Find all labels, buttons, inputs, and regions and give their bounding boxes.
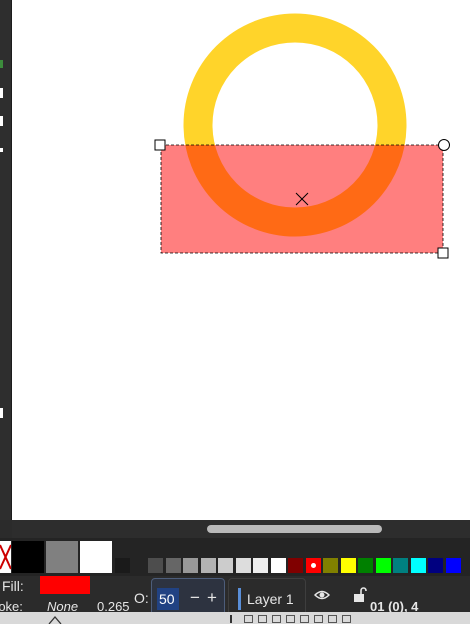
tray-icon[interactable]	[328, 615, 337, 623]
palette-swatch[interactable]	[183, 558, 198, 573]
palette-swatch[interactable]	[323, 558, 338, 573]
swatch-dark[interactable]	[115, 558, 130, 573]
swatch-black[interactable]	[12, 541, 44, 573]
layer-color-bar	[238, 588, 241, 610]
tray-icon[interactable]	[272, 615, 281, 623]
tray-icon[interactable]	[244, 615, 253, 623]
selected-fill-marker	[310, 563, 316, 568]
palette-swatch[interactable]	[270, 558, 286, 573]
unlock-icon[interactable]	[353, 587, 367, 603]
palette-swatch[interactable]	[393, 558, 408, 573]
tray-icon[interactable]	[286, 615, 295, 623]
layer-name: Layer 1	[247, 591, 294, 607]
tray-icon[interactable]	[314, 615, 323, 623]
palette-swatch[interactable]	[218, 558, 233, 573]
swatch-gray[interactable]	[46, 541, 78, 573]
palette-swatch[interactable]	[288, 558, 303, 573]
palette-swatch[interactable]	[305, 558, 321, 573]
palette-swatch[interactable]	[165, 558, 181, 573]
opacity-label: O:	[134, 590, 149, 606]
taskbar	[0, 612, 470, 624]
scale-handle-bottom-right[interactable]	[437, 247, 449, 259]
palette-swatch[interactable]	[358, 558, 373, 573]
tray-icon[interactable]	[300, 615, 309, 623]
palette-swatch[interactable]	[445, 558, 461, 573]
fill-indicator[interactable]	[40, 576, 90, 594]
palette-swatch[interactable]	[235, 558, 251, 573]
fill-label: Fill:	[2, 578, 24, 594]
canvas-drawing[interactable]	[12, 0, 470, 520]
swatch-white[interactable]	[80, 541, 112, 573]
separator	[230, 615, 232, 623]
tool-icon[interactable]	[0, 88, 3, 98]
decrease-button[interactable]: −	[190, 588, 200, 608]
home-icon[interactable]	[48, 615, 62, 624]
palette-swatch[interactable]	[200, 558, 216, 573]
palette-swatch[interactable]	[253, 558, 268, 573]
palette-swatch[interactable]	[375, 558, 391, 573]
tray-icon[interactable]	[342, 615, 351, 623]
scale-handle-top-left[interactable]	[154, 139, 166, 151]
opacity-input[interactable]	[157, 588, 179, 610]
palette-swatch[interactable]	[340, 558, 356, 573]
tool-icon[interactable]	[0, 148, 3, 152]
increase-button[interactable]: +	[207, 588, 217, 608]
toolbox-strip	[0, 0, 12, 520]
eye-icon[interactable]	[314, 588, 330, 602]
palette-swatch[interactable]	[148, 558, 163, 573]
horizontal-scrollbar[interactable]	[12, 520, 470, 538]
tray-icon[interactable]	[258, 615, 267, 623]
palette-swatch[interactable]	[428, 558, 443, 573]
scrollbar-thumb[interactable]	[207, 525, 382, 533]
tool-icon[interactable]	[0, 408, 3, 418]
tool-icon[interactable]	[0, 116, 3, 126]
none-x-icon[interactable]	[0, 541, 11, 573]
scale-handle-top-right[interactable]	[438, 139, 450, 151]
palette-swatch[interactable]	[410, 558, 426, 573]
color-palette	[0, 538, 470, 576]
tool-icon[interactable]	[0, 60, 3, 68]
drawing-canvas[interactable]	[12, 0, 470, 520]
